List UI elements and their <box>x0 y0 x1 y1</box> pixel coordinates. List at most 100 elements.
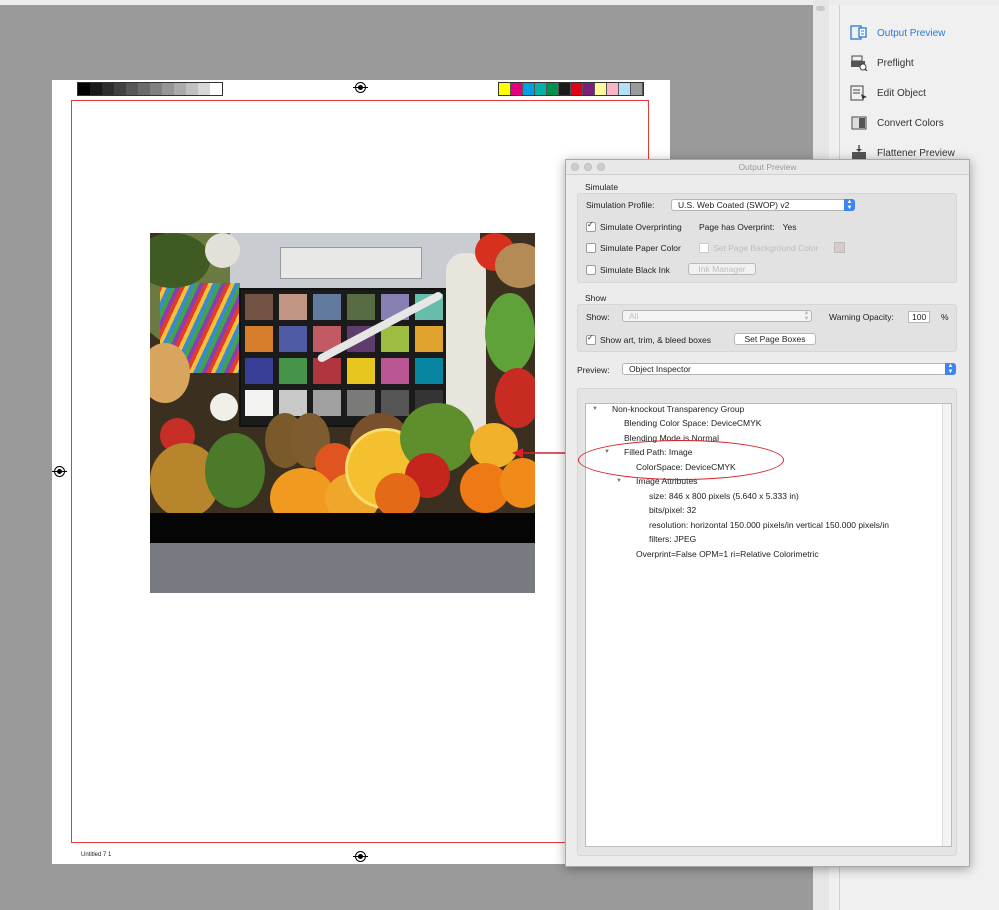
tool-label: Flattener Preview <box>877 147 955 159</box>
show-select-value: All <box>629 311 639 321</box>
image-photo-area <box>150 233 535 513</box>
convert-colors-icon <box>849 114 869 132</box>
color-bar-patch <box>607 83 619 95</box>
warning-opacity-label: Warning Opacity: <box>829 312 894 322</box>
set-page-boxes-button[interactable]: Set Page Boxes <box>734 333 816 345</box>
tool-convert-colors[interactable]: Convert Colors <box>849 114 944 132</box>
show-boxes-checkbox[interactable] <box>586 333 596 345</box>
page-background-swatch[interactable] <box>834 242 845 253</box>
color-bar-patch <box>547 83 559 95</box>
tool-preflight[interactable]: Preflight <box>849 54 914 72</box>
color-bar-patch <box>595 83 607 95</box>
tree-node-resolution[interactable]: resolution: horizontal 150.000 pixels/in… <box>649 520 889 530</box>
show-label: Show: <box>586 312 610 322</box>
tree-scrollbar[interactable] <box>942 404 951 846</box>
preview-select[interactable]: Object Inspector ▲ ▼ <box>622 363 956 375</box>
simulation-profile-label: Simulation Profile: <box>586 200 655 210</box>
tree-node-blending-space[interactable]: Blending Color Space: DeviceCMYK <box>624 418 761 428</box>
warning-opacity-unit: % <box>941 312 949 322</box>
simulate-paper-color-checkbox[interactable] <box>586 243 596 253</box>
simulate-heading: Simulate <box>585 182 619 192</box>
canvas-scroll-thumb[interactable] <box>816 6 825 11</box>
registration-mark-top <box>353 82 368 93</box>
tool-label: Output Preview <box>877 27 946 39</box>
image-black-band <box>150 513 535 543</box>
gray-ramp-patch <box>138 83 150 95</box>
registration-mark-left <box>52 466 67 477</box>
show-boxes-label: Show art, trim, & bleed boxes <box>600 335 712 345</box>
set-page-background-label: Set Page Background Color <box>713 243 819 253</box>
preflight-icon <box>849 54 869 72</box>
simulate-overprinting-row[interactable]: Simulate Overprinting <box>586 220 682 232</box>
color-bar-patch <box>559 83 571 95</box>
simulate-paper-color-label: Simulate Paper Color <box>600 243 681 253</box>
gray-ramp-patch <box>150 83 162 95</box>
set-page-background-checkbox[interactable] <box>699 243 709 253</box>
color-bar-patch <box>631 83 643 95</box>
color-bar-patch <box>571 83 583 95</box>
color-bar-patch <box>535 83 547 95</box>
page-overprint-value: Yes <box>782 222 797 232</box>
simulate-group: Simulation Profile: U.S. Web Coated (SWO… <box>577 193 957 283</box>
color-bar-patch <box>523 83 535 95</box>
tool-label: Edit Object <box>877 87 926 99</box>
preview-label: Preview: <box>577 365 610 375</box>
gray-ramp-patch <box>90 83 102 95</box>
dialog-titlebar[interactable]: Output Preview <box>566 160 969 175</box>
gray-ramp-patch <box>174 83 186 95</box>
show-group: Show: All ▲▼ Warning Opacity: 100 % Show… <box>577 304 957 352</box>
show-select[interactable]: All ▲ ▼ <box>622 310 812 322</box>
tree-node-overprint[interactable]: Overprint=False OPM=1 ri=Relative Colori… <box>636 549 819 559</box>
gray-ramp-patch <box>186 83 198 95</box>
gray-ramp-patch <box>114 83 126 95</box>
annotation-ellipse <box>578 440 784 480</box>
simulate-overprinting-checkbox[interactable] <box>586 220 596 232</box>
page-overprint-info: Page has Overprint: Yes <box>699 222 796 232</box>
color-bar-patch <box>619 83 631 95</box>
warning-opacity-input[interactable]: 100 <box>908 311 930 323</box>
select-arrows-icon: ▲ ▼ <box>844 199 855 211</box>
gray-ramp-patch <box>162 83 174 95</box>
simulation-profile-value: U.S. Web Coated (SWOP) v2 <box>678 200 790 210</box>
simulate-overprinting-label: Simulate Overprinting <box>600 222 682 232</box>
gray-ramp-patch <box>198 83 210 95</box>
output-preview-dialog: Output Preview Simulate Simulation Profi… <box>565 159 970 867</box>
edit-object-icon <box>849 84 869 102</box>
show-heading: Show <box>585 293 607 303</box>
simulate-black-ink-label: Simulate Black Ink <box>600 265 670 275</box>
simulate-paper-color-row[interactable]: Simulate Paper Color <box>586 243 681 253</box>
dialog-title: Output Preview <box>738 162 797 172</box>
simulate-black-ink-row[interactable]: Simulate Black Ink <box>586 265 670 275</box>
expand-triangle-icon[interactable]: ▼ <box>616 478 622 484</box>
placed-image[interactable] <box>150 233 535 593</box>
tool-edit-object[interactable]: Edit Object <box>849 84 926 102</box>
set-page-background-row[interactable]: Set Page Background Color <box>699 243 818 253</box>
ink-manager-button[interactable]: Ink Manager <box>688 263 756 275</box>
tool-label: Convert Colors <box>877 117 944 129</box>
gray-ramp-patch <box>126 83 138 95</box>
show-boxes-row[interactable]: Show art, trim, & bleed boxes <box>586 333 712 345</box>
page-overprint-label: Page has Overprint: <box>699 222 775 232</box>
gray-control-strip <box>77 82 223 96</box>
expand-triangle-icon[interactable]: ▼ <box>592 406 598 412</box>
tree-node-filters[interactable]: filters: JPEG <box>649 534 696 544</box>
color-bar-patch <box>499 83 511 95</box>
simulation-profile-select[interactable]: U.S. Web Coated (SWOP) v2 ▲ ▼ <box>671 199 855 211</box>
gray-ramp-patch <box>78 83 90 95</box>
tool-output-preview[interactable]: Output Preview <box>849 24 945 42</box>
color-bar-patch <box>511 83 523 95</box>
color-bar-patch <box>583 83 595 95</box>
color-control-strip <box>498 82 644 96</box>
gray-ramp-patch <box>210 83 222 95</box>
tool-label: Preflight <box>877 57 914 69</box>
registration-mark-bottom <box>353 851 368 862</box>
output-preview-icon <box>849 24 869 42</box>
select-arrows-icon: ▲ ▼ <box>803 310 810 322</box>
tree-node-size[interactable]: size: 846 x 800 pixels (5.640 x 5.333 in… <box>649 491 799 501</box>
tree-node-transparency-group[interactable]: Non-knockout Transparency Group <box>612 404 744 414</box>
select-arrows-icon: ▲ ▼ <box>945 363 956 375</box>
simulate-black-ink-checkbox[interactable] <box>586 265 596 275</box>
gray-ramp-patch <box>102 83 114 95</box>
tree-node-bits[interactable]: bits/pixel: 32 <box>649 505 696 515</box>
image-label-card <box>280 247 422 279</box>
